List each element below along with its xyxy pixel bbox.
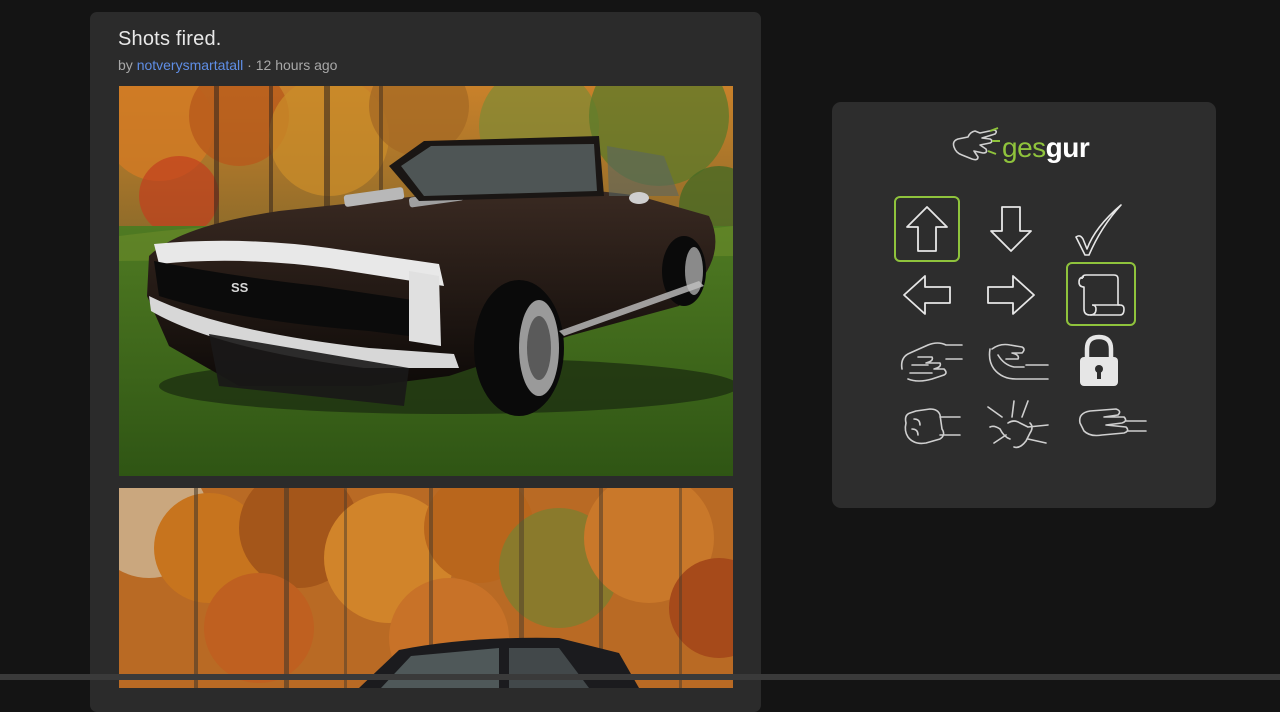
hand-palm-down-icon [900,342,963,382]
gesture-open-hand-button[interactable] [984,392,1050,458]
hand-open-icon [987,400,1049,449]
gesture-right-button[interactable] [978,262,1044,328]
gesture-lock-button[interactable] [1066,328,1132,394]
gesture-scroll-button[interactable] [1066,262,1136,326]
gesture-down-button[interactable] [978,196,1044,262]
gesture-up-button[interactable] [894,196,960,262]
by-label: by [118,57,133,73]
arrow-left-icon [903,275,951,315]
gesture-point-button[interactable] [1072,392,1152,458]
post-image-1[interactable]: SS [119,86,733,476]
arrow-down-icon [990,206,1032,252]
post-meta: by notverysmartatall · 12 hours ago [118,57,337,73]
svg-text:SS: SS [231,280,249,295]
hand-palm-up-icon [988,343,1049,380]
post-image-2[interactable] [119,488,733,688]
gesture-palm-down-button[interactable] [898,328,964,394]
gesgur-logo: gesgur [950,126,1090,170]
meta-separator: · [247,57,252,73]
gesture-left-button[interactable] [894,262,960,328]
gesgur-panel: gesgur [832,102,1216,508]
bottom-edge [0,674,1280,680]
hand-point-icon [1078,408,1147,437]
post-title: Shots fired. [118,28,222,50]
checkmark-icon [1075,204,1122,256]
logo-gur: gur [1045,132,1090,163]
logo-wordmark: gesgur [1002,132,1090,164]
logo-ges: ges [1002,132,1046,163]
author-link[interactable]: notverysmartatall [137,57,244,73]
logo-hand-icon [950,126,1000,170]
hand-fist-icon [904,408,961,445]
scroll-icon [1078,274,1125,316]
gesture-check-button[interactable] [1066,196,1132,262]
lock-icon [1080,334,1118,386]
post-time: 12 hours ago [255,57,338,73]
post-card: Shots fired. by notverysmartatall · 12 h… [90,12,761,712]
arrow-right-icon [987,275,1035,315]
gesture-fist-button[interactable] [898,392,964,458]
arrow-up-icon [906,206,948,252]
gesture-palm-up-button[interactable] [984,328,1050,394]
